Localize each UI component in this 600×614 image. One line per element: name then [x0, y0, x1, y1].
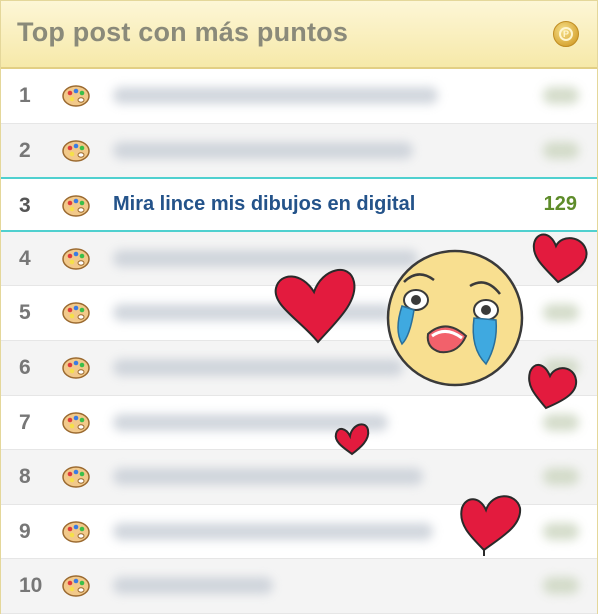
rank-number: 4	[19, 246, 31, 270]
redacted-points	[543, 87, 579, 104]
points-coin-icon: P	[553, 21, 579, 47]
redacted-points	[543, 468, 579, 486]
redacted-points	[543, 413, 579, 431]
redacted-post-title[interactable]	[113, 413, 388, 431]
redacted-post-title[interactable]	[113, 522, 433, 540]
rank-number: 1	[19, 84, 31, 107]
list-item[interactable]: 8	[1, 450, 597, 505]
rank-number: 3	[19, 194, 31, 218]
rank-number: 7	[19, 410, 31, 434]
top-posts-list: 1 2 3 Mira lince mis dibujos en digital …	[1, 69, 597, 614]
list-item-highlighted[interactable]: 3 Mira lince mis dibujos en digital 129	[1, 177, 597, 232]
redacted-post-title[interactable]	[113, 249, 418, 267]
list-item[interactable]: 1	[1, 69, 597, 124]
redacted-post-title[interactable]	[113, 468, 423, 486]
rank-number: 6	[19, 355, 31, 379]
art-palette-icon	[62, 248, 90, 270]
redacted-post-title[interactable]	[113, 87, 438, 104]
widget-header: Top post con más puntos P	[1, 1, 597, 69]
redacted-points	[543, 358, 579, 376]
list-item[interactable]: 6	[1, 340, 597, 396]
post-points: 129	[543, 193, 577, 216]
widget-title: Top post con más puntos	[17, 17, 349, 47]
redacted-points	[543, 249, 579, 267]
redacted-points	[543, 577, 579, 595]
list-item[interactable]: 9	[1, 505, 597, 560]
art-palette-icon	[62, 466, 90, 488]
art-palette-icon	[62, 521, 90, 543]
redacted-post-title[interactable]	[113, 304, 393, 322]
redacted-points	[543, 522, 579, 540]
list-item[interactable]: 7	[1, 396, 597, 451]
rank-number: 9	[19, 519, 31, 543]
art-palette-icon	[62, 195, 90, 217]
redacted-post-title[interactable]	[113, 358, 403, 376]
art-palette-icon	[62, 139, 90, 162]
rank-number: 8	[19, 465, 31, 489]
rank-number: 5	[19, 301, 31, 325]
list-item[interactable]: 2	[1, 123, 597, 179]
art-palette-icon	[62, 411, 90, 434]
redacted-post-title[interactable]	[113, 141, 413, 159]
list-item[interactable]: 10	[1, 559, 597, 614]
list-item[interactable]: 5	[1, 286, 597, 341]
post-title-link[interactable]: Mira lince mis dibujos en digital	[113, 193, 415, 216]
list-item[interactable]: 4	[1, 231, 597, 287]
art-palette-icon	[62, 575, 90, 598]
art-palette-icon	[62, 357, 90, 379]
redacted-points	[543, 304, 579, 322]
art-palette-icon	[62, 85, 90, 107]
redacted-post-title[interactable]	[113, 577, 273, 595]
rank-number: 10	[19, 574, 43, 598]
art-palette-icon	[62, 302, 90, 325]
redacted-points	[543, 141, 579, 159]
top-posts-widget: Top post con más puntos P 1 2 3 Mira lin…	[0, 0, 598, 614]
rank-number: 2	[19, 138, 31, 162]
